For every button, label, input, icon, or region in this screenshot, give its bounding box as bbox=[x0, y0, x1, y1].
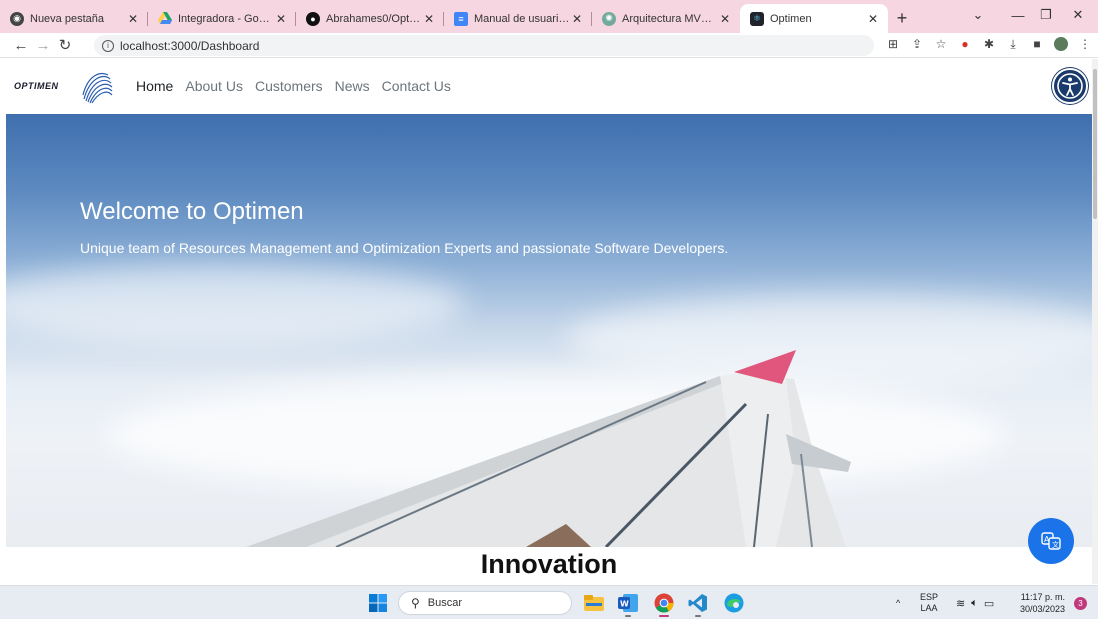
notification-badge: 3 bbox=[1074, 596, 1087, 610]
profile-avatar-icon[interactable] bbox=[1054, 37, 1068, 51]
scrollbar-thumb[interactable] bbox=[1093, 69, 1097, 219]
page-scrollbar[interactable] bbox=[1092, 59, 1098, 584]
file-explorer-icon[interactable] bbox=[584, 593, 604, 613]
forward-icon[interactable]: → bbox=[32, 37, 54, 54]
tab-title: Manual de usuario.do bbox=[474, 12, 570, 25]
svg-text:文: 文 bbox=[1052, 540, 1059, 549]
section-title: Innovation bbox=[480, 549, 618, 579]
browser-tab-1[interactable]: ◉ Nueva pestaña ✕ bbox=[0, 4, 148, 33]
taskbar-search[interactable]: ⚲ Buscar bbox=[398, 591, 572, 615]
extensions-bar: ⊞ ⇪ ☆ ● ✱ ⤓ ■ ⋮ bbox=[886, 37, 1092, 51]
nav-contact-us[interactable]: Contact Us bbox=[382, 78, 451, 94]
lang-top: ESP bbox=[920, 592, 939, 602]
optimen-logo[interactable]: OPTIMEN bbox=[14, 69, 114, 105]
browser-tab-5[interactable]: ✺ Arquitectura MVC y co ✕ bbox=[592, 4, 740, 33]
accessibility-button[interactable] bbox=[1052, 68, 1088, 104]
chatgpt-icon: ✺ bbox=[602, 11, 616, 26]
chrome-taskbar-icon[interactable] bbox=[654, 593, 674, 617]
close-tab-icon[interactable]: ✕ bbox=[570, 12, 584, 26]
nav-news[interactable]: News bbox=[335, 78, 370, 94]
extensions-puzzle-icon[interactable]: ✱ bbox=[982, 37, 996, 51]
url-text: localhost:3000/Dashboard bbox=[120, 38, 260, 53]
clock-time: 11:17 p. m. bbox=[1020, 592, 1066, 602]
edge-icon[interactable] bbox=[724, 593, 744, 613]
address-bar: ← → ↻ i localhost:3000/Dashboard ⊞ ⇪ ☆ ●… bbox=[0, 33, 1098, 58]
accessibility-icon bbox=[1057, 73, 1083, 99]
translate-icon: A 文 bbox=[1041, 532, 1061, 550]
react-icon: ⚛ bbox=[750, 11, 764, 26]
nav-customers[interactable]: Customers bbox=[255, 78, 323, 94]
show-hidden-icons[interactable]: ^ bbox=[896, 586, 900, 620]
battery-icon: ▭ bbox=[983, 597, 995, 610]
logo-text: OPTIMEN bbox=[14, 81, 59, 91]
language-indicator[interactable]: ESP LAA bbox=[920, 586, 938, 620]
share-icon[interactable]: ⇪ bbox=[910, 37, 924, 51]
reload-icon[interactable]: ↻ bbox=[54, 36, 76, 54]
menu-kebab-icon[interactable]: ⋮ bbox=[1078, 37, 1092, 51]
browser-tab-2[interactable]: Integradora - Google ✕ bbox=[148, 4, 296, 33]
hero-subtitle: Unique team of Resources Management and … bbox=[80, 240, 729, 256]
close-tab-icon[interactable]: ✕ bbox=[126, 12, 140, 26]
site-info-icon[interactable]: i bbox=[102, 39, 114, 52]
clock[interactable]: 11:17 p. m. 30/03/2023 bbox=[1020, 586, 1065, 620]
url-bar[interactable]: i localhost:3000/Dashboard bbox=[94, 35, 874, 56]
windows-start-icon[interactable] bbox=[368, 593, 388, 613]
side-panel-icon[interactable]: ■ bbox=[1030, 37, 1044, 51]
main-nav: Home About Us Customers News Contact Us bbox=[136, 78, 451, 94]
nav-about-us[interactable]: About Us bbox=[185, 78, 243, 94]
clock-date: 30/03/2023 bbox=[1020, 604, 1066, 614]
bookmark-star-icon[interactable]: ☆ bbox=[934, 37, 948, 51]
browser-tab-3[interactable]: ● Abrahames0/Optimen ✕ bbox=[296, 4, 444, 33]
search-icon: ⚲ bbox=[411, 596, 420, 610]
close-tab-icon[interactable]: ✕ bbox=[718, 12, 732, 26]
browser-tab-4[interactable]: ≡ Manual de usuario.do ✕ bbox=[444, 4, 592, 33]
windows-taskbar: ⚲ Buscar W ^ ESP LAA ≋ 🔈︎ ▭ 11:17 p. m. … bbox=[0, 585, 1098, 619]
tab-title: Integradora - Google bbox=[178, 12, 274, 25]
tab-title: Arquitectura MVC y co bbox=[622, 12, 718, 25]
word-icon[interactable]: W bbox=[618, 593, 638, 617]
back-icon[interactable]: ← bbox=[10, 37, 32, 54]
system-tray[interactable]: ≋ 🔈︎ ▭ bbox=[956, 586, 994, 620]
close-window-icon[interactable]: ✕ bbox=[1058, 0, 1098, 30]
site-navbar: OPTIMEN Home About Us Customers News Con… bbox=[0, 59, 1092, 114]
airplane-wing-image bbox=[246, 350, 851, 547]
logo-swirl-icon bbox=[82, 73, 113, 104]
chrome-icon: ◉ bbox=[10, 11, 24, 26]
google-docs-icon: ≡ bbox=[454, 11, 468, 26]
extension-red-icon[interactable]: ● bbox=[958, 37, 972, 51]
browser-tab-6-active[interactable]: ⚛ Optimen ✕ bbox=[740, 4, 888, 33]
svg-text:W: W bbox=[620, 600, 629, 609]
taskbar-search-placeholder: Buscar bbox=[427, 597, 463, 609]
translate-icon[interactable]: ⊞ bbox=[886, 37, 900, 51]
volume-muted-icon: 🔈︎ bbox=[971, 596, 978, 609]
vscode-icon[interactable] bbox=[688, 593, 708, 617]
tab-title: Optimen bbox=[770, 12, 812, 25]
svg-text:A: A bbox=[1044, 535, 1050, 544]
nav-home[interactable]: Home bbox=[136, 78, 173, 94]
browser-tab-strip: ◉ Nueva pestaña ✕ Integradora - Google ✕… bbox=[0, 0, 1098, 33]
close-tab-icon[interactable]: ✕ bbox=[422, 12, 436, 26]
lang-bottom: LAA bbox=[920, 603, 938, 613]
wifi-icon: ≋ bbox=[956, 597, 966, 610]
tab-search-icon[interactable]: ⌄ bbox=[958, 0, 998, 30]
tab-title: Abrahames0/Optimen bbox=[326, 12, 422, 25]
close-tab-icon[interactable]: ✕ bbox=[274, 12, 288, 26]
hero-title: Welcome to Optimen bbox=[80, 198, 304, 225]
hero-banner: Welcome to Optimen Unique team of Resour… bbox=[6, 114, 1092, 547]
github-icon: ● bbox=[306, 11, 320, 26]
new-tab-button[interactable]: + bbox=[888, 4, 916, 33]
tab-title: Nueva pestaña bbox=[30, 12, 104, 25]
notification-center[interactable]: 3 bbox=[1074, 586, 1087, 620]
download-icon[interactable]: ⤓ bbox=[1006, 37, 1020, 51]
google-drive-icon bbox=[158, 12, 172, 26]
close-tab-icon[interactable]: ✕ bbox=[866, 12, 880, 26]
